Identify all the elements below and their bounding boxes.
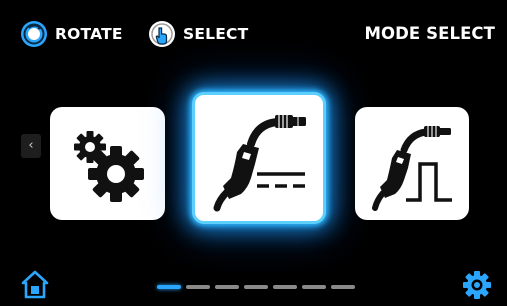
pulse-torch-icon	[372, 125, 452, 211]
gear-icon	[463, 271, 491, 299]
rotate-hint-label: ROTATE	[55, 25, 123, 43]
page-dot	[244, 285, 268, 289]
home-button[interactable]	[21, 270, 49, 300]
previous-arrow-button[interactable]: ‹	[21, 134, 41, 158]
mig-torch-icon	[213, 115, 306, 212]
press-knob-icon	[149, 21, 175, 47]
select-hint-label: SELECT	[183, 25, 249, 43]
rotate-knob-icon	[21, 21, 47, 47]
settings-button[interactable]	[462, 270, 492, 300]
page-indicator	[157, 285, 355, 289]
page-dot	[157, 285, 181, 289]
home-icon	[21, 270, 49, 299]
mode-card-pulse[interactable]	[355, 107, 469, 220]
gears-icon	[73, 130, 144, 202]
mode-card-settings[interactable]	[50, 107, 165, 220]
page-dot	[215, 285, 239, 289]
page-title: MODE SELECT	[364, 24, 495, 43]
page-dot	[273, 285, 297, 289]
page-dot	[331, 285, 355, 289]
header-bar: ROTATE SELECT MODE SELECT	[0, 0, 507, 64]
mode-card-mig[interactable]	[192, 92, 326, 224]
select-hint: SELECT	[148, 20, 248, 48]
rotate-hint: ROTATE	[20, 20, 123, 48]
page-dot	[186, 285, 210, 289]
page-dot	[302, 285, 326, 289]
